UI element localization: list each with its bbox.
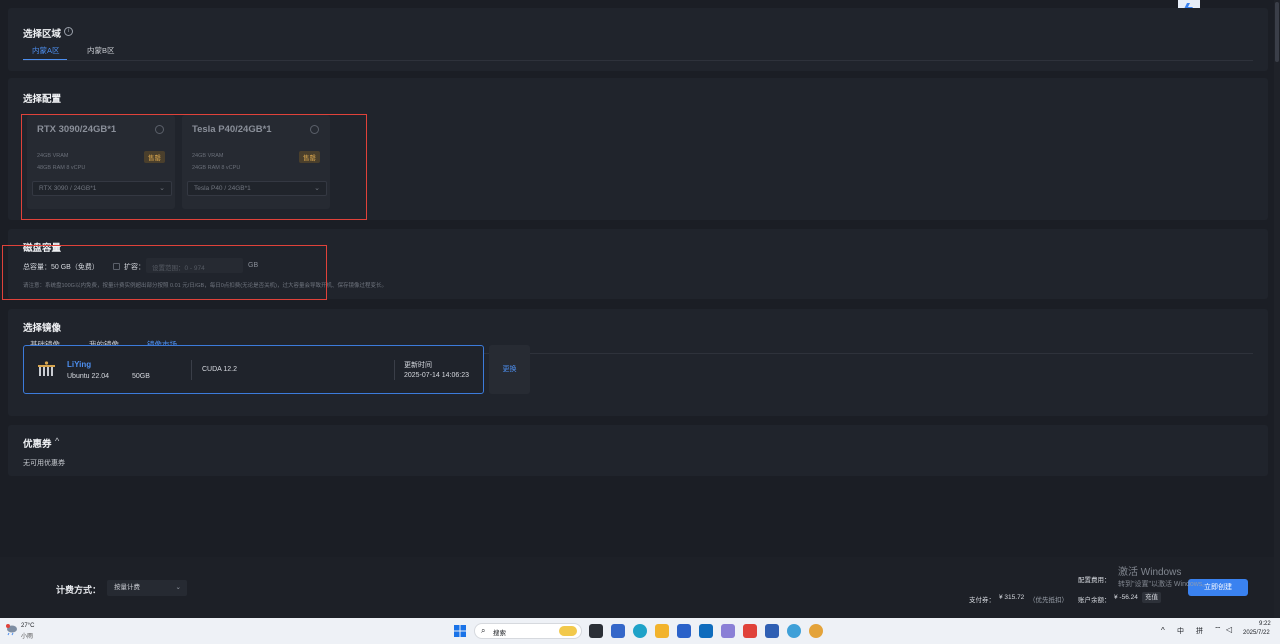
image-os: Ubuntu 22.04 [67,373,110,380]
billing-method-label: 计费方式： [56,585,102,595]
app-icon[interactable] [611,624,625,638]
wps-icon[interactable] [743,624,757,638]
billing-method-value: 按量计费 [114,584,140,591]
chevron-down-icon: ⌄ [175,584,181,591]
chrome-icon[interactable] [809,624,823,638]
task-view-icon[interactable] [589,624,603,638]
file-explorer-icon[interactable] [655,624,669,638]
tab-region-a[interactable]: 内蒙A区 [32,45,60,56]
region-section: 选择区域 i 内蒙A区 内蒙B区 [8,8,1268,71]
clock-date[interactable]: 2025/7/22 [1243,630,1270,636]
image-logo-icon [38,361,55,376]
image-cuda: CUDA 12.2 [202,366,238,373]
chevron-up-icon[interactable]: ^ [1161,626,1165,635]
ime-language[interactable]: 中 [1177,626,1184,636]
coupon-section: 优惠券 ^ 无可用优惠券 [8,425,1268,476]
volume-icon[interactable]: ◁ [1226,625,1232,634]
image-divider [191,360,192,380]
config-title: 选择配置 [23,94,62,105]
image-update-time: 2025-07-14 14:06:23 [404,372,469,379]
outlook-icon[interactable] [699,624,713,638]
app-icon[interactable] [765,624,779,638]
tab-region-b[interactable]: 内蒙B区 [87,45,115,56]
config-fee-label: 配置费用： [1078,577,1111,584]
switch-image-button[interactable]: 更换 [489,345,530,394]
taskbar-search[interactable]: ⌕ 搜索 [474,623,582,639]
image-section: 选择镜像 基础镜像 我的镜像 镜像市场 LiYing Ubuntu 22.04 … [8,309,1268,416]
store-icon[interactable] [677,624,691,638]
main-page: 选择区域 i 内蒙A区 内蒙B区 选择配置 RTX 3090/24GB*1 24… [0,0,1280,618]
search-highlight-icon [559,626,577,636]
recharge-button[interactable]: 充值 [1142,592,1161,603]
weather-widget[interactable]: 27°C 小雨 [6,622,46,640]
windows-taskbar: 27°C 小雨 ⌕ 搜索 ^ 中 拼 ⌔ ◁ 9:22 2025/7/22 [0,618,1280,644]
windows-activation-watermark: 激活 Windows 转到"设置"以激活 Windows。 [1118,563,1209,589]
tabs-divider [23,60,1253,61]
image-size: 50GB [132,373,150,380]
payment-label: 支付券： [969,597,995,604]
search-icon: ⌕ [481,626,486,635]
chevron-up-icon[interactable]: ^ [55,436,59,446]
payment-note: （优先抵扣） [1029,597,1068,604]
image-title: 选择镜像 [23,323,62,334]
coupon-empty: 无可用优惠券 [23,460,65,467]
watermark-line2: 转到"设置"以激活 Windows。 [1118,581,1210,588]
billing-method-select[interactable]: 按量计费 ⌄ [107,580,187,596]
windows-start-icon[interactable] [454,625,466,637]
weather-rain-icon [6,624,17,636]
payment-value: ¥ 315.72 [999,594,1025,601]
ime-mode[interactable]: 拼 [1196,626,1203,636]
highlight-box-config [21,114,367,220]
selected-image-card[interactable]: LiYing Ubuntu 22.04 50GB CUDA 12.2 更新时间 … [23,345,484,394]
info-icon[interactable]: i [64,27,73,36]
teams-icon[interactable] [721,624,735,638]
balance-value: ¥ -56.24 [1114,594,1138,601]
image-name: LiYing [67,360,92,369]
taskbar-search-placeholder: 搜索 [493,630,506,637]
image-update-label: 更新时间 [404,362,432,369]
billing-bar: 计费方式： 按量计费 ⌄ 配置费用： 支付券： ¥ 315.72 （优先抵扣） … [0,557,1280,618]
wifi-icon[interactable]: ⌔ [1214,625,1222,635]
page-scrollbar[interactable] [1274,0,1280,618]
region-title: 选择区域 [23,29,62,40]
app-icon[interactable] [787,624,801,638]
scrollbar-thumb[interactable] [1275,2,1279,62]
image-divider [394,360,395,380]
balance-label: 账户余额： [1078,597,1111,604]
highlight-box-disk [2,245,327,300]
clock-time[interactable]: 9:22 [1259,621,1271,627]
watermark-line1: 激活 Windows [1118,567,1182,578]
edge-browser-icon[interactable] [633,624,647,638]
coupon-title: 优惠券 [23,439,52,450]
weather-desc: 小雨 [21,634,34,640]
weather-temp: 27°C [21,623,35,629]
